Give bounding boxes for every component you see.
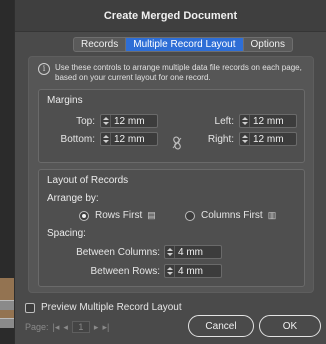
cancel-button[interactable]: Cancel xyxy=(188,315,254,337)
rows-first-radio-dot[interactable] xyxy=(79,210,89,221)
spacing-label: Spacing: xyxy=(47,228,86,239)
info-icon: i xyxy=(38,63,50,75)
tab-bar: Records Multiple Record Layout Options xyxy=(73,37,293,52)
top-label: Top: xyxy=(76,116,95,127)
page-navigator: Page: |◂ ◂ 1 ▸ ▸| xyxy=(25,321,109,333)
arrange-by-label: Arrange by: xyxy=(47,193,99,204)
preview-checkbox[interactable]: Preview Multiple Record Layout xyxy=(25,302,182,313)
background-accent xyxy=(0,278,14,318)
background-ruler-top xyxy=(0,300,14,310)
top-stepper[interactable] xyxy=(101,115,111,127)
ok-button[interactable]: OK xyxy=(259,315,321,337)
page-number-field[interactable]: 1 xyxy=(71,321,90,333)
between-columns-label: Between Columns: xyxy=(76,247,160,258)
tab-multiple-record-layout[interactable]: Multiple Record Layout xyxy=(126,38,244,51)
bottom-label: Bottom: xyxy=(60,134,95,145)
background-ruler-bottom xyxy=(0,318,14,328)
rows-first-label: Rows First xyxy=(95,210,143,221)
between-columns-stepper[interactable] xyxy=(165,246,175,258)
left-label: Left: xyxy=(214,116,234,127)
right-stepper[interactable] xyxy=(240,133,250,145)
margins-title: Margins xyxy=(47,95,83,106)
left-value: 12 mm xyxy=(253,115,284,127)
between-columns-value: 4 mm xyxy=(178,246,203,258)
between-rows-value: 4 mm xyxy=(178,265,203,277)
rows-first-icon: ▤ xyxy=(147,210,156,220)
layout-of-records-group: Layout of Records Arrange by: Rows First… xyxy=(38,169,305,287)
right-value: 12 mm xyxy=(253,133,284,145)
next-page-icon[interactable]: ▸ xyxy=(94,322,99,333)
between-rows-field[interactable]: 4 mm xyxy=(164,264,222,278)
preview-label: Preview Multiple Record Layout xyxy=(41,302,182,313)
info-text: Use these controls to arrange multiple d… xyxy=(55,63,302,82)
tab-records[interactable]: Records xyxy=(74,38,127,51)
preview-checkbox-box[interactable] xyxy=(25,302,35,313)
merged-document-dialog: Create Merged Document Records Multiple … xyxy=(14,0,326,344)
layout-panel: i Use these controls to arrange multiple… xyxy=(28,56,314,293)
layout-title: Layout of Records xyxy=(47,175,129,186)
bottom-value: 12 mm xyxy=(114,133,145,145)
top-field[interactable]: 12 mm xyxy=(100,114,158,128)
dialog-title: Create Merged Document xyxy=(15,0,326,32)
between-columns-field[interactable]: 4 mm xyxy=(164,245,222,259)
between-rows-stepper[interactable] xyxy=(165,265,175,277)
first-page-icon[interactable]: |◂ xyxy=(53,322,60,333)
last-page-icon[interactable]: ▸| xyxy=(102,322,109,333)
rows-first-radio[interactable]: Rows First ▤ xyxy=(79,210,156,221)
top-value: 12 mm xyxy=(114,115,145,127)
prev-page-icon[interactable]: ◂ xyxy=(63,322,68,333)
columns-first-radio[interactable]: Columns First ▥ xyxy=(185,210,276,221)
left-stepper[interactable] xyxy=(240,115,250,127)
columns-first-label: Columns First xyxy=(201,210,263,221)
bottom-stepper[interactable] xyxy=(101,133,111,145)
columns-first-icon: ▥ xyxy=(267,210,277,220)
page-label: Page: xyxy=(25,322,49,332)
tab-options[interactable]: Options xyxy=(244,38,292,51)
right-label: Right: xyxy=(207,134,234,145)
chain-link-icon[interactable] xyxy=(171,136,183,150)
background-document xyxy=(0,0,14,344)
left-field[interactable]: 12 mm xyxy=(239,114,297,128)
columns-first-radio-dot[interactable] xyxy=(185,210,195,221)
between-rows-label: Between Rows: xyxy=(90,266,160,277)
right-field[interactable]: 12 mm xyxy=(239,132,297,146)
margins-group: Margins Top: 12 mm Bottom: 12 mm Left: 1… xyxy=(38,89,305,163)
bottom-field[interactable]: 12 mm xyxy=(100,132,158,146)
